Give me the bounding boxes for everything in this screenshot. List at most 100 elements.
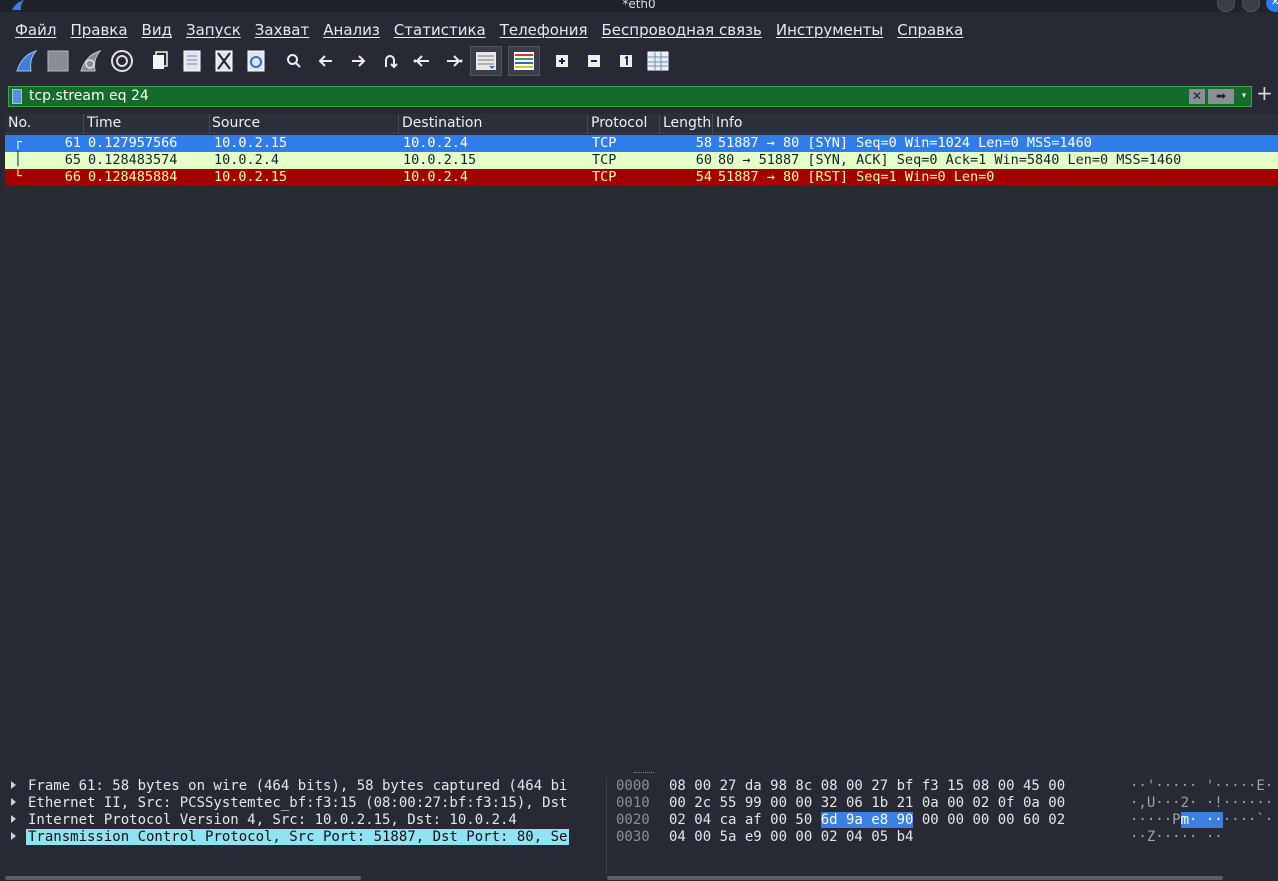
- cell-length: 60: [695, 152, 712, 168]
- colorize-icon: [514, 52, 534, 70]
- open-file-button[interactable]: [144, 46, 176, 76]
- resize-columns-button[interactable]: [642, 46, 674, 76]
- cell-destination: 10.0.2.4: [403, 169, 469, 185]
- window-title: *eth0: [622, 0, 656, 11]
- go-back-button[interactable]: [310, 46, 342, 76]
- bytes-hex[interactable]: 08 00 27 da 98 8c 08 00 27 bf f3 15 08 0…: [669, 778, 1065, 794]
- bytes-ascii[interactable]: ·,U···2· ·!······: [1130, 795, 1273, 811]
- display-filter-bar: ✕ ➡ ▾ +: [6, 83, 1273, 107]
- autoscroll-button[interactable]: [470, 46, 502, 76]
- menu-help[interactable]: Справка: [890, 21, 970, 39]
- menu-analyze[interactable]: Анализ: [316, 21, 387, 39]
- display-filter-box: ✕ ➡ ▾: [8, 86, 1252, 107]
- cell-length: 58: [695, 135, 712, 151]
- go-to-packet-button[interactable]: [374, 46, 406, 76]
- bytes-horizontal-scrollbar[interactable]: [607, 876, 1223, 880]
- colorize-button[interactable]: [508, 46, 540, 76]
- normal-size-button[interactable]: [610, 46, 642, 76]
- cell-destination: 10.0.2.15: [403, 152, 477, 168]
- zoom-out-icon: [588, 55, 600, 67]
- zoom-out-button[interactable]: [578, 46, 610, 76]
- main-toolbar: [0, 44, 1278, 78]
- menu-go[interactable]: Запуск: [179, 21, 248, 39]
- cell-info: 80 → 51887 [SYN, ACK] Seq=0 Ack=1 Win=58…: [718, 152, 1182, 168]
- reload-file-button[interactable]: [240, 46, 272, 76]
- detail-ethernet[interactable]: Ethernet II, Src: PCSSystemtec_bf:f3:15 …: [5, 795, 602, 812]
- expand-arrow-icon[interactable]: [11, 798, 16, 806]
- cell-protocol: TCP: [592, 135, 617, 151]
- detail-ipv4[interactable]: Internet Protocol Version 4, Src: 10.0.2…: [5, 812, 602, 829]
- bytes-ascii[interactable]: ··Z····· ··: [1130, 829, 1223, 845]
- add-filter-button[interactable]: +: [1256, 83, 1273, 104]
- column-destination[interactable]: Destination: [399, 115, 482, 131]
- packet-details[interactable]: Frame 61: 58 bytes on wire (464 bits), 5…: [5, 778, 602, 874]
- column-source[interactable]: Source: [209, 115, 260, 131]
- cell-info: 51887 → 80 [RST] Seq=1 Win=0 Len=0: [718, 169, 995, 185]
- menu-capture[interactable]: Захват: [248, 21, 316, 39]
- find-packet-button[interactable]: [278, 46, 310, 76]
- autoscroll-icon: [476, 52, 496, 70]
- packet-list[interactable]: No. Time Source Destination Protocol Len…: [5, 114, 1278, 774]
- column-info[interactable]: Info: [713, 115, 743, 131]
- packet-list-header: No. Time Source Destination Protocol Len…: [5, 114, 1278, 134]
- packet-bytes[interactable]: 0000 08 00 27 da 98 8c 08 00 27 bf f3 15…: [606, 778, 1278, 874]
- resize-columns-icon: [647, 51, 669, 71]
- save-file-button[interactable]: [176, 46, 208, 76]
- menu-edit[interactable]: Правка: [63, 21, 134, 39]
- cell-protocol: TCP: [592, 152, 617, 168]
- zoom-in-button[interactable]: [546, 46, 578, 76]
- menu-view[interactable]: Вид: [135, 21, 179, 39]
- close-file-button[interactable]: [208, 46, 240, 76]
- go-forward-button[interactable]: [342, 46, 374, 76]
- last-packet-button[interactable]: [438, 46, 470, 76]
- pane-splitter[interactable]: [634, 772, 654, 776]
- menu-statistics[interactable]: Статистика: [387, 21, 493, 39]
- title-bar: *eth0: [0, 0, 1278, 12]
- filter-clear-button[interactable]: ✕: [1189, 89, 1205, 104]
- cell-info: 51887 → 80 [SYN] Seq=0 Win=1024 Len=0 MS…: [718, 135, 1092, 151]
- expand-arrow-icon[interactable]: [11, 781, 16, 789]
- packet-row[interactable]: └ 66 0.128485884 10.0.2.15 10.0.2.4 TCP 54 5188…: [5, 169, 1278, 186]
- first-packet-button[interactable]: [406, 46, 438, 76]
- bytes-hex[interactable]: 00 2c 55 99 00 00 32 06 1b 21 0a 00 02 0…: [669, 795, 1065, 811]
- bytes-hex[interactable]: 02 04 ca af 00 50 6d 9a e8 90 00 00 00 0…: [669, 812, 1065, 828]
- column-length[interactable]: Length: [660, 115, 711, 131]
- capture-options-button[interactable]: [106, 46, 138, 76]
- restart-capture-button[interactable]: [74, 46, 106, 76]
- detail-frame[interactable]: Frame 61: 58 bytes on wire (464 bits), 5…: [5, 778, 602, 795]
- menu-wireless[interactable]: Беспроводная связь: [595, 21, 769, 39]
- bytes-hex[interactable]: 04 00 5a e9 00 00 02 04 05 b4: [669, 829, 913, 845]
- display-filter-input[interactable]: [29, 88, 1179, 104]
- save-file-icon: [183, 50, 201, 72]
- start-capture-button[interactable]: [10, 46, 42, 76]
- packet-row[interactable]: │ 65 0.128483574 10.0.2.4 10.0.2.15 TCP 60 80 →…: [5, 152, 1278, 169]
- menu-bar: Файл Правка Вид Запуск Захват Анализ Ста…: [0, 18, 1278, 42]
- column-no[interactable]: No.: [5, 115, 31, 131]
- bytes-hex-highlight[interactable]: 6d 9a e8 90: [820, 812, 914, 828]
- menu-file[interactable]: Файл: [8, 21, 63, 39]
- cell-time: 0.127957566: [88, 135, 178, 151]
- column-time[interactable]: Time: [84, 115, 121, 131]
- cell-destination: 10.0.2.4: [403, 135, 469, 151]
- filter-bookmark-icon[interactable]: [12, 89, 22, 104]
- detail-tcp[interactable]: Transmission Control Protocol, Src Port:…: [5, 829, 602, 846]
- bytes-ascii-highlight[interactable]: m· ··: [1180, 812, 1223, 828]
- reload-file-icon: [247, 50, 265, 72]
- details-horizontal-scrollbar[interactable]: [5, 876, 361, 880]
- expand-arrow-icon[interactable]: [11, 815, 16, 823]
- stop-square-icon: [47, 50, 69, 72]
- packet-row[interactable]: ┌ 61 0.127957566 10.0.2.15 10.0.2.4 TCP 58 5188…: [5, 135, 1278, 152]
- restart-fin-icon: [80, 50, 102, 72]
- bytes-ascii[interactable]: ··'····· '·····E·: [1130, 778, 1273, 794]
- expand-arrow-icon[interactable]: [11, 832, 16, 840]
- column-protocol[interactable]: Protocol: [588, 115, 647, 131]
- menu-tools[interactable]: Инструменты: [769, 21, 890, 39]
- bytes-offset: 0010: [616, 795, 650, 811]
- bytes-offset: 0000: [616, 778, 650, 794]
- stop-capture-button[interactable]: [42, 46, 74, 76]
- gear-options-icon: [111, 50, 133, 72]
- filter-apply-button[interactable]: ➡: [1208, 89, 1234, 104]
- bytes-ascii[interactable]: ·····Pm· ······`·: [1130, 812, 1273, 828]
- menu-telephony[interactable]: Телефония: [493, 21, 595, 39]
- filter-history-dropdown[interactable]: ▾: [1238, 89, 1250, 104]
